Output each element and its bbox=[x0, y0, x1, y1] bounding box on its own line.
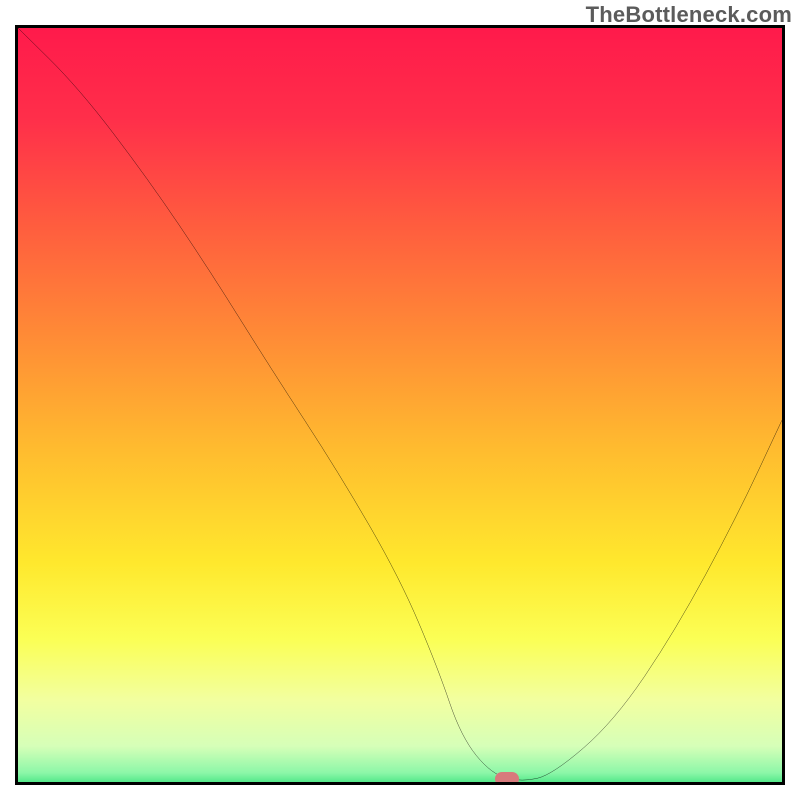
chart-frame: TheBottleneck.com bbox=[0, 0, 800, 800]
bottleneck-curve bbox=[18, 28, 782, 782]
optimal-marker bbox=[495, 772, 519, 785]
plot-area bbox=[15, 25, 785, 785]
